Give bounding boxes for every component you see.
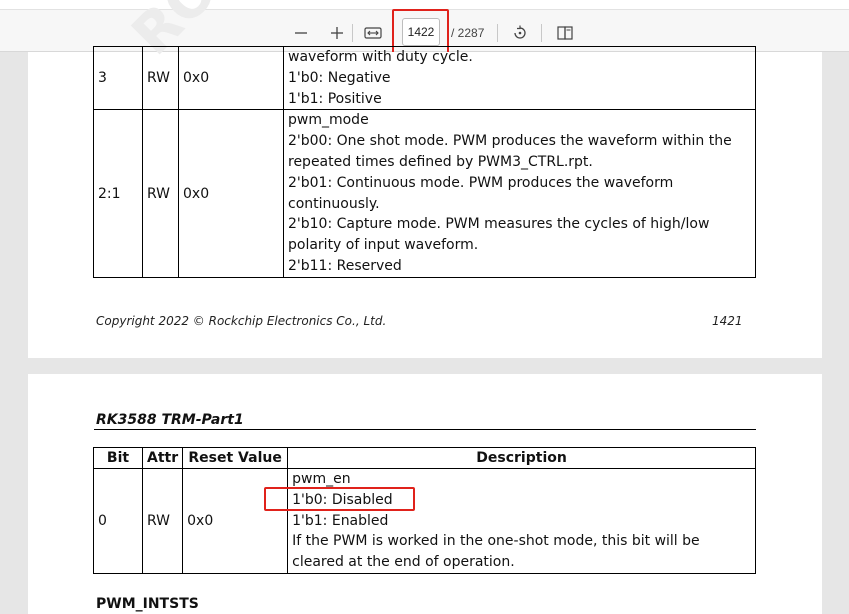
rotate-icon: [514, 25, 526, 39]
description-cell: pwm_en 1'b0: Disabled 1'b1: Enabled If t…: [287, 468, 756, 574]
description-line: continuously.: [288, 195, 380, 212]
reset-cell: 0x0: [178, 45, 284, 111]
bit-cell: 0: [93, 468, 143, 574]
description-line: cleared at the end of operation.: [292, 554, 515, 571]
description-line: waveform with duty cycle.: [288, 49, 473, 65]
page-footer-copyright: Copyright 2022 © Rockchip Electronics Co…: [96, 314, 387, 328]
register-table: Bit Attr Reset Value Description 0 RW 0x…: [93, 447, 756, 574]
pdf-toolbar: 1422 / 2287: [0, 0, 849, 56]
description-cell: pwm_mode 2'b00: One shot mode. PWM produ…: [283, 109, 756, 278]
description-line: polarity of input waveform.: [288, 237, 479, 254]
column-header-reset: Reset Value: [182, 447, 289, 469]
table-row: 0 RW 0x0 pwm_en 1'b0: Disabled 1'b1: Ena…: [93, 468, 756, 574]
column-header-attr: Attr: [141, 447, 184, 469]
attr-cell: RW: [142, 109, 179, 278]
zoom-out-button[interactable]: [288, 20, 314, 46]
attr-cell: RW: [141, 468, 184, 574]
register-table: 3 RW 0x0 waveform with duty cycle. 1'b0:…: [93, 45, 756, 278]
bit-cell: 2:1: [93, 109, 143, 278]
description-line: 1'b0: Negative: [288, 69, 391, 86]
table-row: 3 RW 0x0 waveform with duty cycle. 1'b0:…: [93, 45, 756, 111]
plus-icon: [331, 27, 343, 39]
document-page-1422: RK3588 TRM-Part1 Bit Attr Reset Value De…: [28, 374, 822, 614]
fit-width-icon: [364, 27, 382, 39]
description-line: 2'b00: One shot mode. PWM produces the w…: [288, 133, 732, 150]
table-header-row: Bit Attr Reset Value Description: [93, 447, 756, 469]
description-cell: waveform with duty cycle. 1'b0: Negative…: [283, 45, 756, 111]
column-header-bit: Bit: [93, 447, 143, 469]
disabled-line-highlight: [264, 487, 415, 511]
document-title: RK3588 TRM-Part1: [96, 412, 244, 428]
bit-cell: 3: [93, 45, 143, 111]
title-divider: [94, 429, 756, 430]
description-line: 2'b01: Continuous mode. PWM produces the…: [288, 174, 674, 191]
two-page-icon: [557, 26, 573, 40]
toolbar-separator: [352, 24, 353, 42]
minus-icon: [295, 32, 307, 34]
description-line: 2'b10: Capture mode. PWM measures the cy…: [288, 216, 710, 233]
toolbar-separator: [497, 24, 498, 42]
rotate-button[interactable]: [507, 20, 533, 46]
attr-cell: RW: [142, 45, 179, 111]
page-footer-number: 1421: [712, 314, 743, 328]
fit-width-button[interactable]: [360, 20, 386, 46]
page-count: / 2287: [451, 26, 485, 40]
reset-cell: 0x0: [182, 468, 289, 574]
document-page-1421: RO 3 RW 0x0 waveform with duty cycle. 1'…: [28, 0, 822, 358]
description-line: pwm_mode: [288, 112, 369, 129]
description-line: 2'b11: Reserved: [288, 257, 402, 274]
zoom-in-button[interactable]: [324, 20, 350, 46]
description-line: 1'b1: Enabled: [292, 512, 389, 529]
description-line: repeated times defined by PWM3_CTRL.rpt.: [288, 153, 593, 170]
next-section-heading: PWM_INTSTS: [96, 596, 199, 612]
table-row: 2:1 RW 0x0 pwm_mode 2'b00: One shot mode…: [93, 109, 756, 278]
description-line: If the PWM is worked in the one-shot mod…: [292, 533, 700, 550]
column-header-description: Description: [287, 447, 756, 469]
toolbar-separator: [541, 24, 542, 42]
page-view-button[interactable]: [552, 20, 578, 46]
reset-cell: 0x0: [178, 109, 284, 278]
description-line: 1'b1: Positive: [288, 90, 382, 107]
